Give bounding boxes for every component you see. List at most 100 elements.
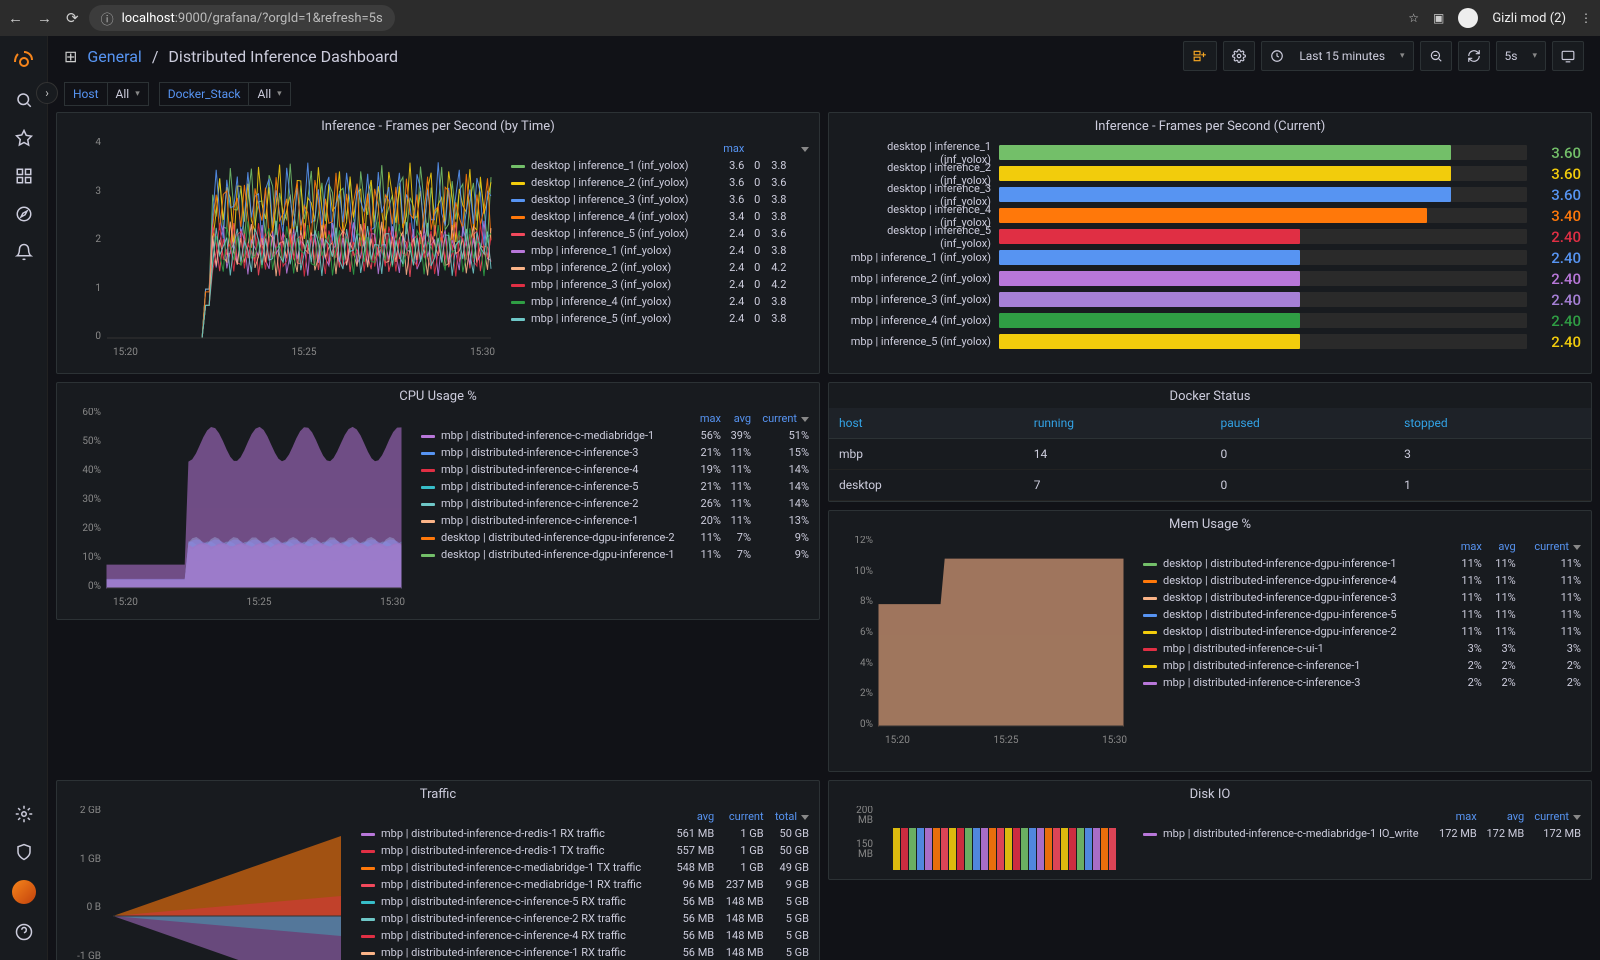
legend-row[interactable]: mbp | distributed-inference-c-inference-… — [417, 495, 813, 512]
table-row[interactable]: mbp1403 — [829, 439, 1591, 470]
refresh-button[interactable] — [1458, 41, 1490, 71]
tv-button[interactable] — [1552, 41, 1584, 71]
user-avatar[interactable] — [12, 880, 36, 904]
table-row[interactable]: desktop701 — [829, 470, 1591, 501]
panel-cpu[interactable]: CPU Usage % 60%50%40%30%20%10%0% 15:2015… — [56, 382, 820, 620]
star-icon[interactable]: ☆ — [1408, 11, 1419, 25]
legend-row[interactable]: mbp | inference_5 (inf_yolox)2.403.8 — [507, 310, 813, 327]
legend-row[interactable]: desktop | distributed-inference-dgpu-inf… — [417, 546, 813, 563]
var-host-label: Host — [64, 82, 107, 106]
reload-icon[interactable]: ⟳ — [66, 9, 79, 27]
legend-row[interactable]: desktop | distributed-inference-dgpu-inf… — [417, 529, 813, 546]
help-icon[interactable] — [14, 922, 34, 942]
breadcrumb-folder[interactable]: General — [87, 47, 141, 66]
legend[interactable]: maxavgcurrentmbp | distributed-inference… — [411, 408, 819, 619]
search-icon[interactable] — [14, 90, 34, 110]
variable-bar: HostAll▾ Docker_StackAll▾ — [48, 76, 1600, 112]
legend-row[interactable]: mbp | distributed-inference-d-redis-1 TX… — [357, 842, 813, 859]
legend-row[interactable]: mbp | distributed-inference-c-inference-… — [357, 910, 813, 927]
legend[interactable]: maxavgcurrentdesktop | distributed-infer… — [1133, 536, 1591, 771]
forward-icon[interactable]: → — [37, 9, 52, 27]
legend-row[interactable]: mbp | distributed-inference-c-inference-… — [357, 944, 813, 960]
var-stack-label: Docker_Stack — [159, 82, 249, 106]
panel-title: Inference - Frames per Second (by Time) — [57, 113, 819, 138]
page-title: Distributed Inference Dashboard — [168, 47, 398, 66]
legend[interactable]: avgcurrenttotalmbp | distributed-inferen… — [351, 806, 819, 960]
legend-row[interactable]: mbp | distributed-inference-c-inference-… — [1139, 674, 1585, 691]
browser-nav: ← → ⟳ — [8, 9, 79, 27]
breadcrumb-sep: / — [152, 47, 159, 66]
back-icon[interactable]: ← — [8, 9, 23, 27]
url-path: :9000/grafana/?orgId=1&refresh=5s — [175, 11, 383, 26]
legend-row[interactable]: mbp | inference_4 (inf_yolox)2.403.8 — [507, 293, 813, 310]
legend-row[interactable]: mbp | inference_3 (inf_yolox)2.404.2 — [507, 276, 813, 293]
legend-row[interactable]: mbp | distributed-inference-c-mediabridg… — [357, 859, 813, 876]
legend-row[interactable]: mbp | distributed-inference-c-inference-… — [417, 512, 813, 529]
panel-fps-time[interactable]: Inference - Frames per Second (by Time) … — [56, 112, 820, 374]
panel-mem[interactable]: Mem Usage % 12%10%8%6%4%2%0% 15:2015:251… — [828, 510, 1592, 772]
legend-row[interactable]: desktop | inference_5 (inf_yolox)2.403.6 — [507, 225, 813, 242]
legend-row[interactable]: mbp | distributed-inference-c-inference-… — [417, 478, 813, 495]
grafana-logo-icon[interactable] — [12, 48, 36, 72]
kebab-icon[interactable]: ⋮ — [1580, 11, 1592, 25]
panels-grid: Inference - Frames per Second (by Time) … — [48, 112, 1600, 960]
explore-icon[interactable] — [14, 204, 34, 224]
legend-row[interactable]: mbp | distributed-inference-c-mediabridg… — [417, 427, 813, 444]
legend-row[interactable]: mbp | inference_2 (inf_yolox)2.404.2 — [507, 259, 813, 276]
legend-row[interactable]: desktop | distributed-inference-dgpu-inf… — [1139, 572, 1585, 589]
legend-row[interactable]: desktop | inference_1 (inf_yolox)3.603.8 — [507, 157, 813, 174]
panel-title: Disk IO — [829, 781, 1591, 806]
panel-icon[interactable]: ▣ — [1433, 11, 1444, 25]
star-icon[interactable] — [14, 128, 34, 148]
topbar: ⊞ General / Distributed Inference Dashbo… — [48, 36, 1600, 76]
sidebar-expand-icon[interactable]: › — [36, 82, 58, 104]
main: ⊞ General / Distributed Inference Dashbo… — [48, 36, 1600, 960]
docker-table[interactable]: hostrunningpausedstoppedmbp1403desktop70… — [829, 408, 1591, 501]
panel-title: Inference - Frames per Second (Current) — [829, 113, 1591, 138]
legend[interactable]: maxavgcurrentmbp | distributed-inference… — [1133, 806, 1591, 879]
legend-row[interactable]: desktop | distributed-inference-dgpu-inf… — [1139, 606, 1585, 623]
panel-docker-status[interactable]: Docker Status hostrunningpausedstoppedmb… — [828, 382, 1592, 502]
legend-row[interactable]: desktop | distributed-inference-dgpu-inf… — [1139, 589, 1585, 606]
alert-icon[interactable] — [14, 242, 34, 262]
legend-row[interactable]: desktop | inference_3 (inf_yolox)3.603.8 — [507, 191, 813, 208]
legend-row[interactable]: mbp | distributed-inference-c-ui-13%3%3% — [1139, 640, 1585, 657]
dashboards-icon[interactable] — [14, 166, 34, 186]
bar-gauge: desktop | inference_1 (inf_yolox)3.60des… — [829, 138, 1591, 373]
legend-row[interactable]: desktop | distributed-inference-dgpu-inf… — [1139, 555, 1585, 572]
address-bar[interactable]: ⓘ localhost:9000/grafana/?orgId=1&refres… — [89, 5, 395, 31]
legend-row[interactable]: mbp | distributed-inference-c-inference-… — [1139, 657, 1585, 674]
settings-button[interactable] — [1223, 41, 1255, 71]
legend-row[interactable]: mbp | distributed-inference-c-mediabridg… — [357, 876, 813, 893]
zoom-out-button[interactable] — [1420, 41, 1452, 71]
dashboard-icon: ⊞ — [64, 47, 77, 66]
var-host-select[interactable]: All▾ — [107, 82, 149, 106]
browser-chrome: ← → ⟳ ⓘ localhost:9000/grafana/?orgId=1&… — [0, 0, 1600, 36]
legend-row[interactable]: desktop | inference_2 (inf_yolox)3.603.6 — [507, 174, 813, 191]
legend-row[interactable]: mbp | distributed-inference-c-inference-… — [417, 461, 813, 478]
panel-title: CPU Usage % — [57, 383, 819, 408]
refresh-interval-picker[interactable]: 5s ▾ — [1496, 41, 1546, 71]
time-range-picker[interactable]: Last 15 minutes ▾ — [1261, 41, 1413, 71]
panel-traffic[interactable]: Traffic 2 GB1 GB0 B-1 GB-2 GB 15:2015:25… — [56, 780, 820, 960]
legend-row[interactable]: mbp | distributed-inference-d-redis-1 RX… — [357, 825, 813, 842]
gear-icon[interactable] — [14, 804, 34, 824]
panel-fps-current[interactable]: Inference - Frames per Second (Current) … — [828, 112, 1592, 374]
legend-row[interactable]: desktop | inference_4 (inf_yolox)3.403.8 — [507, 208, 813, 225]
sidebar: › — [0, 36, 48, 960]
panel-title: Traffic — [57, 781, 819, 806]
incognito-icon — [1458, 8, 1478, 28]
add-panel-button[interactable] — [1183, 41, 1217, 71]
var-stack-select[interactable]: All▾ — [248, 82, 290, 106]
bar-row: mbp | inference_1 (inf_yolox)2.40 — [839, 247, 1581, 268]
legend-row[interactable]: mbp | distributed-inference-c-mediabridg… — [1139, 825, 1585, 842]
legend-row[interactable]: mbp | inference_1 (inf_yolox)2.403.8 — [507, 242, 813, 259]
legend-row[interactable]: desktop | distributed-inference-dgpu-inf… — [1139, 623, 1585, 640]
shield-icon[interactable] — [14, 842, 34, 862]
legend-row[interactable]: mbp | distributed-inference-c-inference-… — [357, 893, 813, 910]
legend[interactable]: maxdesktop | inference_1 (inf_yolox)3.60… — [501, 138, 819, 373]
legend-row[interactable]: mbp | distributed-inference-c-inference-… — [357, 927, 813, 944]
panel-disk-io[interactable]: Disk IO 200 MB150 MB maxavgcurrentmbp | … — [828, 780, 1592, 880]
legend-row[interactable]: mbp | distributed-inference-c-inference-… — [417, 444, 813, 461]
bar-row: mbp | inference_2 (inf_yolox)2.40 — [839, 268, 1581, 289]
